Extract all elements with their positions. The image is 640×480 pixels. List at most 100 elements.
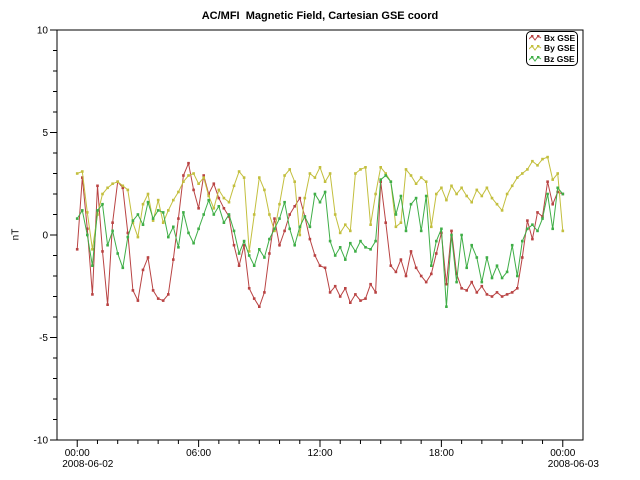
data-point-marker-bz-gse [319, 201, 322, 204]
data-point-marker-by-gse [76, 172, 79, 175]
data-point-marker-bz-gse [334, 254, 337, 257]
data-point-marker-by-gse [445, 199, 448, 202]
data-point-marker-bx-gse [324, 267, 327, 270]
data-point-marker-by-gse [349, 230, 352, 233]
y-tick-label: -5 [39, 333, 48, 344]
data-point-marker-bx-gse [410, 250, 413, 253]
data-point-marker-bx-gse [137, 299, 140, 302]
data-point-marker-bx-gse [506, 293, 509, 296]
data-point-marker-bz-gse [349, 242, 352, 245]
data-point-marker-by-gse [187, 174, 190, 177]
plot-svg: -10-5051000:002008-06-0206:0012:0018:000… [0, 0, 640, 480]
data-point-marker-bx-gse [415, 267, 418, 270]
data-point-marker-bx-gse [314, 254, 317, 257]
data-point-marker-bx-gse [142, 269, 145, 272]
data-point-marker-bx-gse [192, 189, 195, 192]
data-point-marker-bz-gse [491, 277, 494, 280]
data-point-marker-bx-gse [435, 252, 438, 255]
data-point-marker-by-gse [162, 221, 165, 224]
data-point-marker-bz-gse [218, 205, 221, 208]
y-tick-label: 5 [42, 128, 48, 139]
data-point-marker-bz-gse [137, 213, 140, 216]
data-point-marker-bx-gse [486, 293, 489, 296]
data-point-marker-bz-gse [511, 244, 514, 247]
data-point-marker-bx-gse [496, 291, 499, 294]
data-point-marker-bz-gse [299, 226, 302, 229]
data-point-marker-by-gse [501, 209, 504, 212]
data-point-marker-bz-gse [157, 209, 160, 212]
data-point-marker-bx-gse [233, 244, 236, 247]
data-point-marker-bz-gse [283, 201, 286, 204]
data-point-marker-by-gse [111, 182, 114, 185]
data-point-marker-bx-gse [465, 289, 468, 292]
x-tick-label: 00:00 [550, 448, 575, 459]
data-point-marker-bz-gse [91, 264, 94, 267]
data-point-marker-bz-gse [192, 242, 195, 245]
data-point-marker-bz-gse [430, 264, 433, 267]
data-point-marker-bz-gse [132, 219, 135, 222]
by-line-sample-icon [529, 44, 542, 52]
data-point-marker-by-gse [541, 158, 544, 161]
data-point-marker-bz-gse [536, 230, 539, 233]
data-point-marker-bx-gse [531, 238, 534, 241]
data-point-marker-bz-gse [116, 252, 119, 255]
data-point-marker-bz-gse [248, 254, 251, 257]
data-point-marker-bx-gse [177, 217, 180, 220]
data-point-marker-bz-gse [486, 256, 489, 259]
data-point-marker-by-gse [309, 172, 312, 175]
data-point-marker-bx-gse [111, 221, 114, 224]
data-point-marker-bx-gse [511, 291, 514, 294]
data-point-marker-bx-gse [213, 182, 216, 185]
data-point-marker-bz-gse [147, 201, 150, 204]
data-point-marker-bx-gse [258, 305, 261, 308]
data-point-marker-bz-gse [187, 232, 190, 235]
data-point-marker-bx-gse [293, 205, 296, 208]
data-point-marker-by-gse [127, 189, 130, 192]
chart-canvas: AC/MFI Magnetic Field, Cartesian GSE coo… [0, 0, 640, 480]
data-point-marker-by-gse [319, 166, 322, 169]
data-point-marker-bx-gse [253, 297, 256, 300]
data-point-marker-by-gse [339, 232, 342, 235]
data-point-marker-bz-gse [273, 228, 276, 231]
data-point-marker-bz-gse [177, 246, 180, 249]
data-point-marker-by-gse [496, 203, 499, 206]
x-tick-label: 18:00 [429, 448, 454, 459]
data-point-marker-by-gse [476, 189, 479, 192]
data-point-marker-bx-gse [278, 244, 281, 247]
data-point-marker-bz-gse [450, 234, 453, 237]
data-point-marker-by-gse [81, 170, 84, 173]
data-point-marker-bz-gse [526, 228, 529, 231]
data-point-marker-by-gse [197, 182, 200, 185]
data-point-marker-bx-gse [354, 293, 357, 296]
data-point-marker-bx-gse [359, 299, 362, 302]
legend-label-bx: Bx GSE [544, 33, 575, 43]
data-point-marker-by-gse [238, 170, 241, 173]
data-point-marker-by-gse [354, 172, 357, 175]
data-point-marker-by-gse [435, 193, 438, 196]
data-point-marker-by-gse [218, 189, 221, 192]
data-point-marker-bz-gse [202, 213, 205, 216]
data-point-marker-by-gse [425, 180, 428, 183]
data-point-marker-bz-gse [344, 258, 347, 261]
data-point-marker-bx-gse [309, 238, 312, 241]
data-point-marker-bz-gse [521, 240, 524, 243]
data-point-marker-bx-gse [339, 295, 342, 298]
data-point-marker-bz-gse [470, 244, 473, 247]
data-point-marker-by-gse [531, 160, 534, 163]
data-point-marker-bx-gse [223, 207, 226, 210]
data-point-marker-bz-gse [288, 228, 291, 231]
data-point-marker-by-gse [137, 236, 140, 239]
data-point-marker-bz-gse [354, 250, 357, 253]
data-point-marker-bz-gse [263, 256, 266, 259]
x-date-label: 2008-06-02 [62, 459, 114, 470]
data-point-marker-by-gse [314, 176, 317, 179]
data-point-marker-bx-gse [546, 180, 549, 183]
data-point-marker-bz-gse [238, 252, 241, 255]
data-point-marker-bx-gse [481, 285, 484, 288]
data-point-marker-by-gse [157, 199, 160, 202]
data-point-marker-bz-gse [465, 267, 468, 270]
data-point-marker-bx-gse [147, 256, 150, 259]
data-point-marker-bz-gse [152, 217, 155, 220]
data-point-marker-by-gse [516, 176, 519, 179]
data-point-marker-bz-gse [440, 228, 443, 231]
